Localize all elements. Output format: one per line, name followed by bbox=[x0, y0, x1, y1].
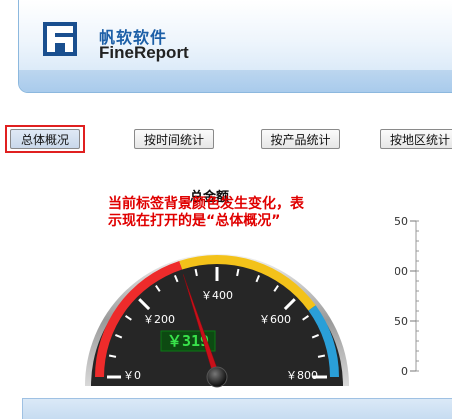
annotation-text: 当前标签背景颜色发生变化，表示现在打开的是“总体概况” bbox=[108, 196, 304, 229]
gauge-minor-tick bbox=[317, 354, 326, 358]
gauge-minor-tick bbox=[108, 354, 117, 358]
tab-overview[interactable]: 总体概况 bbox=[10, 129, 80, 149]
gauge-tick-label-4: ￥800 bbox=[286, 369, 318, 382]
gauge-hub bbox=[206, 366, 228, 388]
tab-by-region[interactable]: 按地区统计 bbox=[380, 129, 452, 149]
gauge-tick-label-3: ￥600 bbox=[259, 313, 291, 326]
finereport-logo-icon bbox=[43, 22, 77, 56]
axis-tick-label-3: 150 bbox=[395, 215, 408, 228]
gauge-tick-label-1: ￥200 bbox=[143, 313, 175, 326]
footer-bar bbox=[22, 398, 452, 419]
gauge-minor-tick bbox=[236, 268, 240, 277]
gauge-tick-label-0: ￥0 bbox=[123, 369, 141, 382]
gauge-tick-label-2: ￥400 bbox=[201, 289, 233, 302]
gauge-minor-tick bbox=[194, 268, 198, 277]
total-amount-gauge: ￥0￥200￥400￥600￥800 ￥319 bbox=[85, 254, 349, 388]
logo-english-text: FineReport bbox=[99, 43, 189, 62]
axis-tick-label-1: 50 bbox=[395, 315, 408, 328]
axis-tick-label-0: 0 bbox=[401, 365, 408, 378]
tab-by-time[interactable]: 按时间统计 bbox=[134, 129, 214, 149]
secondary-chart-axis: 0 50 100 150 bbox=[395, 215, 419, 378]
axis-tick-label-2: 100 bbox=[395, 265, 408, 278]
header-stripe bbox=[19, 70, 452, 92]
app-header: 帆软软件 FineReport bbox=[18, 0, 452, 93]
tab-by-product[interactable]: 按产品统计 bbox=[261, 129, 340, 149]
